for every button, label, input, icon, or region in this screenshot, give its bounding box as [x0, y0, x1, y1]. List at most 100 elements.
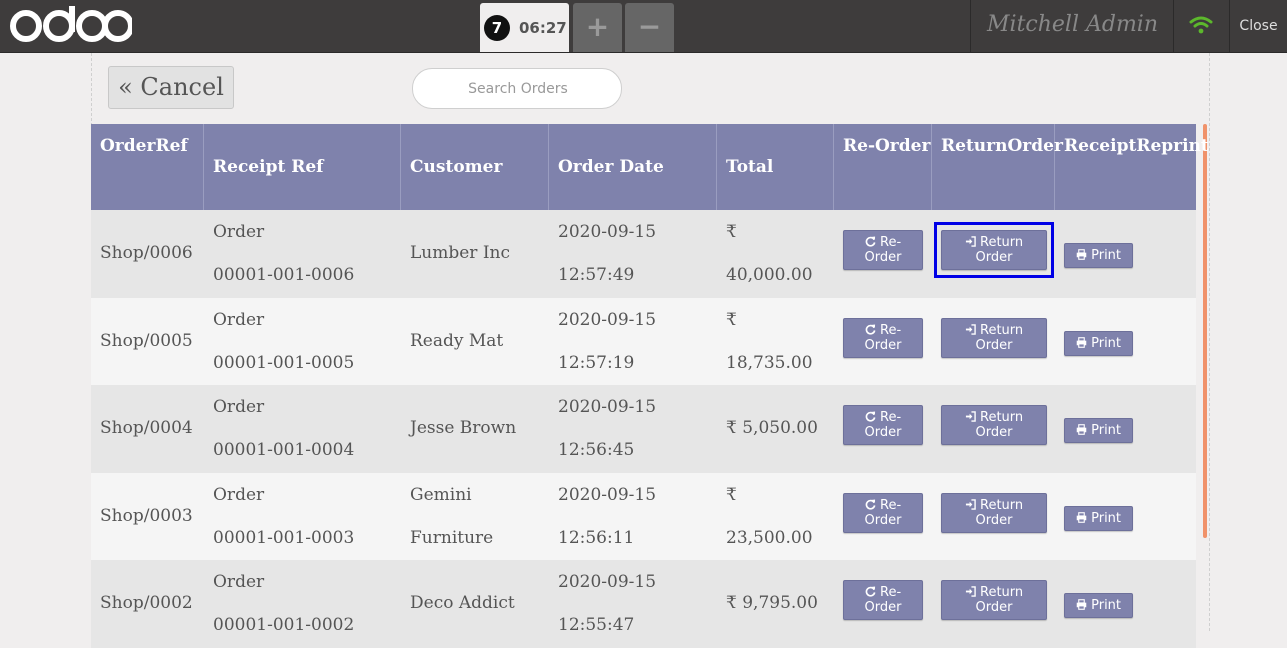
cell-receipt-ref: Order 00001-001-0002 — [204, 560, 401, 648]
cell-text-line: 00001-001-0004 — [213, 440, 355, 460]
return-order-button[interactable]: Return Order — [941, 317, 1047, 358]
sign-in-icon — [965, 323, 976, 335]
pos-top-bar: 7 06:27 + − Mitchell Admin Close — [0, 0, 1287, 53]
cell-text: ₹ 9,795.00 — [726, 593, 818, 613]
print-icon — [1076, 511, 1087, 523]
header-receipt-reprint: ReceiptReprint — [1064, 136, 1209, 156]
sign-in-icon — [965, 411, 976, 422]
cell-text-line: 2020-09-15 — [558, 397, 657, 417]
cell-text-line: ₹ — [726, 484, 737, 505]
print-button[interactable]: Print — [1064, 418, 1133, 443]
odoo-logo — [10, 6, 132, 46]
cell-text-line: 00001-001-0003 — [213, 527, 355, 548]
cell-text-line: 12:56:45 — [558, 440, 635, 460]
table-row[interactable]: Shop/0002 Order 00001-001-0002 Deco Addic… — [91, 560, 1196, 648]
cell-text-line: 23,500.00 — [726, 527, 813, 548]
table-row[interactable]: Shop/0003 Order 00001-001-0003 Gemini Furn… — [91, 472, 1196, 561]
scrollbar[interactable] — [1203, 124, 1207, 538]
table-row[interactable]: Shop/0005 Order 00001-001-0005 Ready Mat … — [91, 297, 1196, 386]
table-row[interactable]: Shop/0006 Order 00001-001-0006 Lumber Inc… — [91, 210, 1196, 298]
cancel-button[interactable]: « Cancel — [108, 66, 234, 109]
search-orders-input[interactable] — [433, 69, 603, 108]
print-button[interactable]: Print — [1064, 330, 1133, 356]
wifi-icon — [1189, 16, 1213, 34]
print-button[interactable]: Print — [1064, 593, 1133, 618]
cell-customer: Deco Addict — [401, 560, 549, 648]
cell-total: ₹18,735.00 — [717, 298, 834, 386]
cell-receipt-ref: Order 00001-001-0004 — [204, 385, 401, 473]
cell-text-line: 00001-001-0006 — [213, 265, 355, 285]
delete-order-button[interactable]: − — [625, 3, 674, 52]
cell-order-date: 2020-09-15 12:56:11 — [549, 473, 717, 561]
refresh-icon — [865, 236, 876, 247]
cell-text-line: 2020-09-15 — [558, 484, 657, 505]
return-order-button[interactable]: Return Order — [941, 405, 1047, 445]
cell-total: ₹ 9,795.00 — [717, 560, 834, 648]
cell-text: Jesse Brown — [410, 418, 517, 438]
refresh-icon — [865, 411, 876, 422]
print-button[interactable]: Print — [1064, 505, 1133, 531]
refresh-icon — [865, 586, 876, 597]
user-menu[interactable]: Mitchell Admin — [970, 0, 1174, 52]
close-pos-button[interactable]: Close — [1230, 0, 1287, 52]
cell-text-line: Order — [213, 572, 265, 592]
header-return-order: ReturnOrder — [932, 124, 1063, 210]
print-button[interactable]: Print — [1064, 243, 1133, 268]
print-icon — [1076, 424, 1087, 435]
cell-text-line: 12:56:11 — [558, 527, 635, 548]
cell-customer: Gemini Furniture — [401, 473, 549, 561]
cell-text: ₹ 5,050.00 — [726, 418, 818, 438]
cell-order-date: 2020-09-15 12:55:47 — [549, 560, 717, 648]
reorder-button[interactable]: Re- Order — [843, 492, 923, 533]
cell-text-line: ₹ — [726, 309, 737, 330]
cell-text-line: 40,000.00 — [726, 265, 813, 285]
cell-text-line: Order — [213, 484, 265, 505]
cell-text-line: 2020-09-15 — [558, 222, 657, 242]
cell-total: ₹23,500.00 — [717, 473, 834, 561]
cell-text-line: 00001-001-0002 — [213, 615, 355, 635]
order-tab-selected[interactable]: 7 06:27 — [480, 3, 569, 52]
print-icon — [1076, 336, 1087, 348]
print-icon — [1076, 249, 1087, 260]
cell-text-line: Order — [213, 309, 265, 330]
cell-customer: Ready Mat — [401, 298, 549, 386]
cell-text: Lumber Inc — [410, 243, 511, 263]
return-order-button[interactable]: Return Order — [941, 492, 1047, 533]
cell-text-line: ₹ — [726, 222, 737, 242]
cell-order-ref: Shop/0002 — [100, 593, 193, 613]
header-customer: Customer — [401, 124, 549, 210]
search-orders-box[interactable] — [412, 68, 622, 109]
reorder-button[interactable]: Re- Order — [843, 405, 923, 445]
connection-status[interactable] — [1172, 0, 1230, 52]
cell-text-line: Order — [213, 397, 265, 417]
cell-receipt-ref: Order 00001-001-0005 — [204, 298, 401, 386]
header-reorder: Re-Order — [834, 124, 932, 210]
cell-receipt-ref: Order 00001-001-0006 — [204, 210, 401, 298]
cell-text-line: 18,735.00 — [726, 352, 813, 373]
print-icon — [1076, 599, 1087, 610]
header-order-date: Order Date — [549, 124, 717, 210]
cell-customer: Jesse Brown — [401, 385, 549, 473]
cell-text-line: 12:57:19 — [558, 352, 635, 373]
table-row[interactable]: Shop/0004 Order 00001-001-0004 Jesse Brow… — [91, 385, 1196, 473]
header-total: Total — [717, 124, 834, 210]
header-order-ref: OrderRef — [91, 124, 204, 210]
cell-text-line: Gemini — [410, 484, 472, 505]
cell-text-line: 12:57:49 — [558, 265, 635, 285]
cell-order-ref: Shop/0004 — [100, 418, 193, 438]
cell-text: Ready Mat — [410, 330, 504, 351]
cell-text-line: Order — [213, 222, 265, 242]
reorder-button[interactable]: Re- Order — [843, 580, 923, 620]
cell-total: ₹ 5,050.00 — [717, 385, 834, 473]
cell-order-date: 2020-09-15 12:57:19 — [549, 298, 717, 386]
reorder-button[interactable]: Re- Order — [843, 317, 923, 358]
cell-text-line: 2020-09-15 — [558, 572, 657, 592]
cell-text-line: 00001-001-0005 — [213, 352, 355, 373]
sign-in-icon — [965, 586, 976, 597]
cell-order-date: 2020-09-15 12:57:49 — [549, 210, 717, 298]
cell-text-line: Furniture — [410, 527, 494, 548]
return-order-button[interactable]: Return Order — [941, 580, 1047, 620]
table-header: OrderRef Receipt Ref Customer Order Date… — [91, 124, 1209, 210]
new-order-button[interactable]: + — [573, 3, 622, 52]
reorder-button[interactable]: Re- Order — [843, 230, 923, 270]
